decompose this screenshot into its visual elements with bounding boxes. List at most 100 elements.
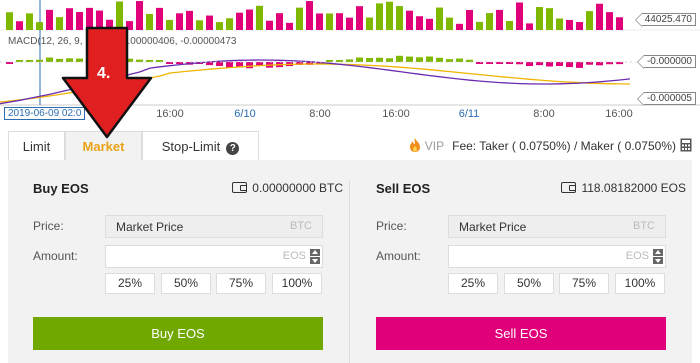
buy-amount-input[interactable]: EOS <box>105 245 323 268</box>
buy-pct-75-button[interactable]: 75% <box>216 273 266 294</box>
volume-bar <box>566 19 573 30</box>
volume-bar <box>6 12 13 30</box>
volume-bar <box>446 17 453 30</box>
macd-histogram-bar <box>436 57 443 62</box>
time-tick: 6/10 <box>234 108 256 120</box>
volume-bar <box>556 18 563 30</box>
volume-bar <box>186 10 193 31</box>
sell-pct-75-button[interactable]: 75% <box>559 273 609 294</box>
price-tag-volume: 44025.470 <box>634 13 696 27</box>
time-tick: 16:00 <box>382 108 410 120</box>
macd-histogram-bar <box>216 62 223 66</box>
volume-bar <box>516 2 523 30</box>
buy-pct-100-button[interactable]: 100% <box>272 273 322 294</box>
panel-divider <box>349 180 350 363</box>
volume-bar <box>386 1 393 30</box>
volume-bar <box>346 17 353 30</box>
volume-bar <box>526 23 533 30</box>
buy-pct-25-button[interactable]: 25% <box>105 273 155 294</box>
buy-price-field: Market Price BTC <box>105 215 323 238</box>
volume-bar <box>276 13 283 30</box>
volume-bar <box>286 22 293 30</box>
macd-histogram-bar <box>546 62 553 67</box>
fee-info: VIP Fee: Taker ( 0.0750%) / Maker ( 0.075… <box>409 131 692 161</box>
volume-bar <box>256 5 263 31</box>
volume-bar <box>586 11 593 30</box>
macd-histogram-bar <box>576 62 583 68</box>
volume-bar <box>616 17 623 30</box>
macd-histogram-bar <box>416 57 423 62</box>
buy-button[interactable]: Buy EOS <box>33 317 323 350</box>
volume-bar <box>416 16 423 30</box>
time-tick: 8:00 <box>533 108 555 120</box>
volume-bar <box>216 22 223 30</box>
volume-bar <box>356 6 363 30</box>
sell-price-field: Market Price BTC <box>448 215 666 238</box>
help-icon[interactable]: ? <box>226 142 240 155</box>
macd-histogram-bar <box>406 56 413 62</box>
sell-pct-100-button[interactable]: 100% <box>615 273 665 294</box>
sell-amount-input[interactable]: EOS <box>448 245 666 268</box>
buy-amount-unit: EOS <box>282 250 306 262</box>
buy-balance: 0.00000000 BTC <box>232 181 343 195</box>
macd-histogram-bar <box>226 62 233 68</box>
buy-amount-stepper[interactable] <box>310 249 320 264</box>
volume-bar <box>306 1 313 31</box>
step-number: 4. <box>97 65 111 82</box>
macd-histogram-bar <box>366 57 373 62</box>
calculator-icon[interactable] <box>680 138 692 152</box>
volume-bar <box>606 12 613 30</box>
amount-label: Amount: <box>33 249 78 263</box>
tab-stop-limit-label: Stop-Limit <box>161 139 221 154</box>
sell-amount-stepper[interactable] <box>653 249 663 264</box>
sell-balance-value: 118.08182000 EOS <box>581 181 686 195</box>
wallet-icon <box>561 182 577 193</box>
time-tick: 16:00 <box>605 108 633 120</box>
wallet-icon <box>232 182 248 193</box>
buy-pct-50-button[interactable]: 50% <box>161 273 211 294</box>
volume-bar <box>326 13 333 30</box>
volume-bar <box>506 20 513 30</box>
volume-bar <box>426 18 433 30</box>
amount-label: Amount: <box>376 249 421 263</box>
time-tick: 16:00 <box>156 108 184 120</box>
time-tick: 6/11 <box>458 108 480 120</box>
volume-bar <box>266 20 273 30</box>
volume-bar <box>576 22 583 30</box>
volume-bar <box>166 19 173 30</box>
step-annotation-arrow: 4. <box>40 20 160 140</box>
volume-bar <box>16 21 23 30</box>
sell-title: Sell EOS <box>376 181 431 196</box>
buy-balance-value: 0.00000000 BTC <box>252 181 343 195</box>
volume-bar <box>296 7 303 30</box>
volume-bar <box>336 13 343 30</box>
sell-pct-25-button[interactable]: 25% <box>448 273 498 294</box>
volume-bar <box>546 8 553 30</box>
buy-title: Buy EOS <box>33 181 89 196</box>
stepper-down-icon[interactable] <box>310 257 320 264</box>
volume-bar <box>376 3 383 30</box>
volume-bar <box>196 20 203 30</box>
stepper-down-icon[interactable] <box>653 257 663 264</box>
volume-bar <box>26 13 33 30</box>
macd-histogram-bar <box>556 62 563 67</box>
stepper-up-icon[interactable] <box>310 249 320 256</box>
volume-bar <box>236 12 243 30</box>
time-tick: 8:00 <box>309 108 331 120</box>
macd-histogram-bar <box>566 62 573 68</box>
volume-bar <box>436 7 443 31</box>
macd-histogram-bar <box>526 62 533 67</box>
price-label: Price: <box>376 219 407 233</box>
stepper-up-icon[interactable] <box>653 249 663 256</box>
volume-bar <box>316 13 323 30</box>
volume-bar <box>406 10 413 30</box>
buy-price-value: Market Price <box>116 220 184 234</box>
sell-pct-50-button[interactable]: 50% <box>504 273 554 294</box>
volume-bar <box>246 9 253 30</box>
buy-form: Buy EOS 0.00000000 BTC Price: Market Pri… <box>33 160 343 363</box>
sell-amount-unit: EOS <box>625 250 649 262</box>
sell-button[interactable]: Sell EOS <box>376 317 666 350</box>
macd-histogram-bar <box>386 58 393 62</box>
vip-label[interactable]: VIP <box>425 139 444 153</box>
volume-bar <box>176 13 183 30</box>
